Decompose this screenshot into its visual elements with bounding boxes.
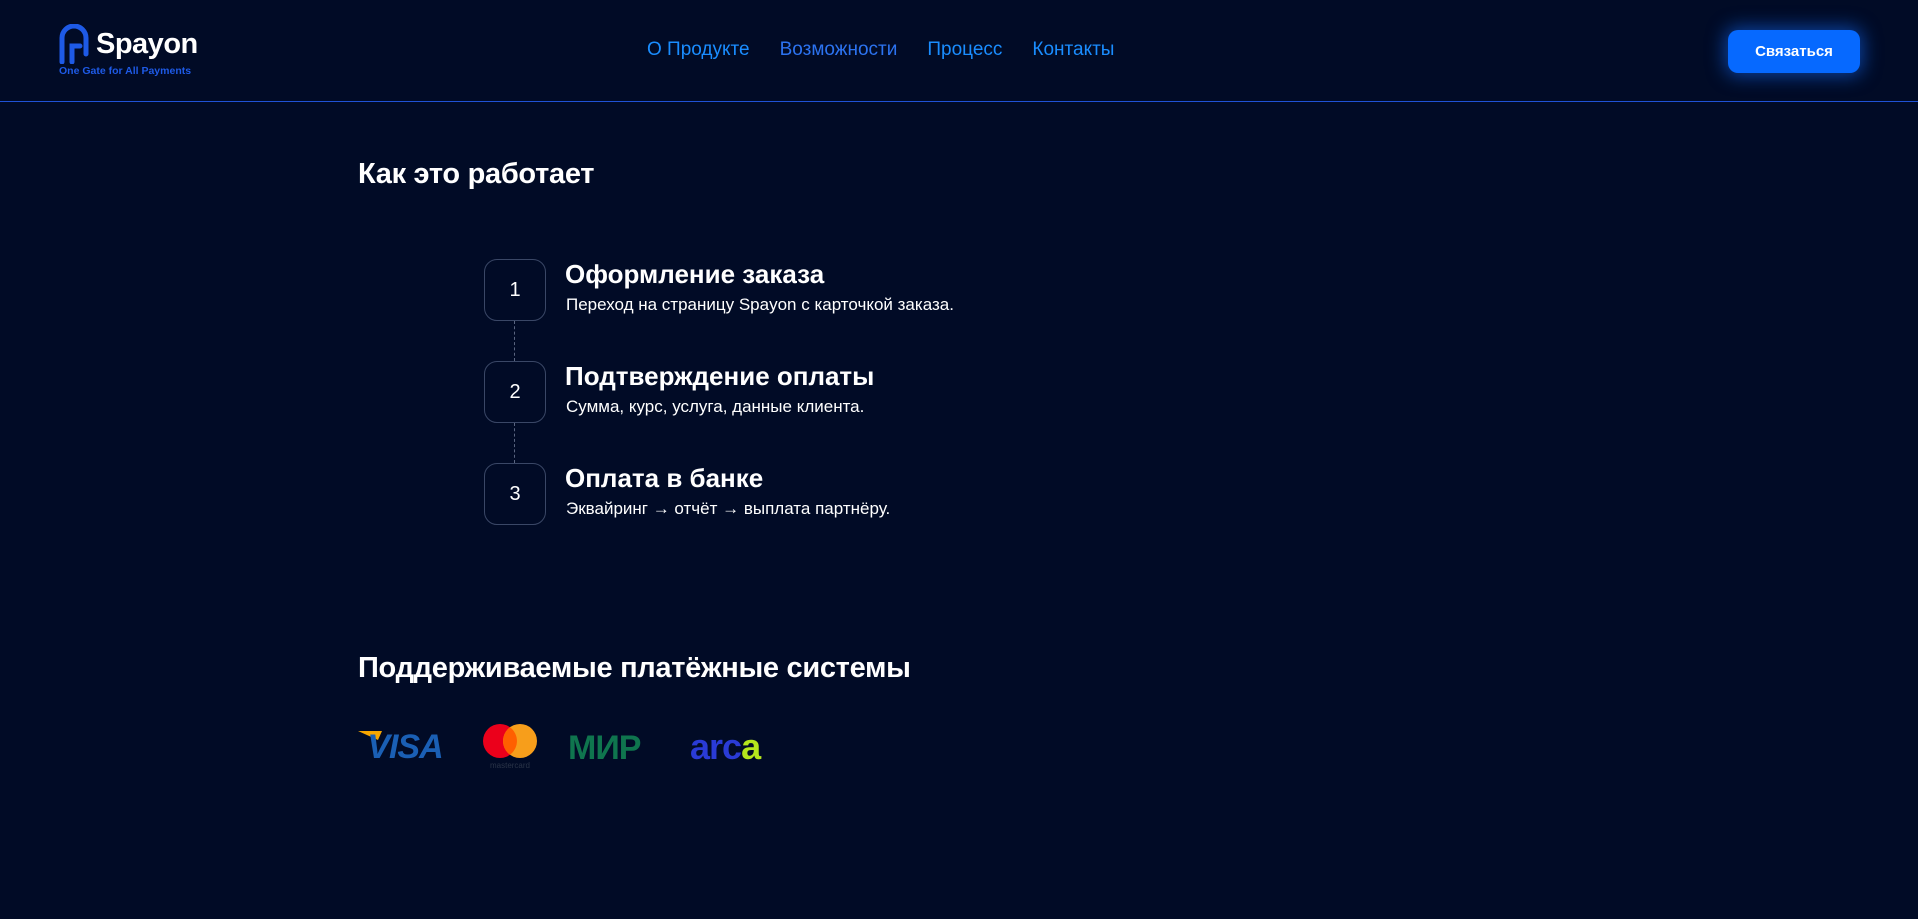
payment-systems-title: Поддерживаемые платёжные системы xyxy=(358,652,911,684)
nav-link-about-product[interactable]: О Продукте xyxy=(647,38,750,64)
step-number-badge: 1 xyxy=(484,259,546,321)
site-header: Spayon One Gate for All Payments О Проду… xyxy=(0,0,1918,102)
nav-link-contacts[interactable]: Контакты xyxy=(1032,38,1114,64)
brand-tagline: One Gate for All Payments xyxy=(59,65,192,77)
step-description: Эквайринг → отчёт → выплата партнёру. xyxy=(566,499,891,518)
mastercard-logo: mastercard xyxy=(483,724,537,770)
contact-button[interactable]: Связаться xyxy=(1728,30,1860,73)
arca-logo: arca xyxy=(690,726,763,766)
brand-logo[interactable]: Spayon One Gate for All Payments xyxy=(58,24,208,80)
arca-logo-text: arca xyxy=(690,726,762,766)
step-number-badge: 2 xyxy=(484,361,546,423)
step-title: Оплата в банке xyxy=(565,463,764,493)
mir-logo-text: МИР xyxy=(568,729,641,766)
step-number-badge: 3 xyxy=(484,463,546,525)
step-description: Переход на страницу Spayon с карточкой з… xyxy=(566,295,954,314)
step-connector xyxy=(514,423,515,463)
step-title: Подтверждение оплаты xyxy=(565,361,875,391)
main-nav: О Продукте Возможности Процесс Контакты xyxy=(647,38,1114,64)
mastercard-logo-text: mastercard xyxy=(490,761,530,770)
visa-logo-text: VISA xyxy=(367,728,442,766)
brand-name: Spayon xyxy=(96,28,198,60)
nav-link-process[interactable]: Процесс xyxy=(927,38,1002,64)
step-description: Сумма, курс, услуга, данные клиента. xyxy=(566,397,865,416)
mir-logo: МИР xyxy=(568,729,642,766)
step-connector xyxy=(514,321,515,361)
nav-link-features[interactable]: Возможности xyxy=(780,38,898,64)
step-title: Оформление заказа xyxy=(565,259,825,289)
spayon-logo-icon xyxy=(59,24,89,64)
how-it-works-title: Как это работает xyxy=(358,158,595,190)
visa-logo: VISA xyxy=(358,728,444,766)
steps-list: 1 Оформление заказа Переход на страницу … xyxy=(484,259,1084,529)
